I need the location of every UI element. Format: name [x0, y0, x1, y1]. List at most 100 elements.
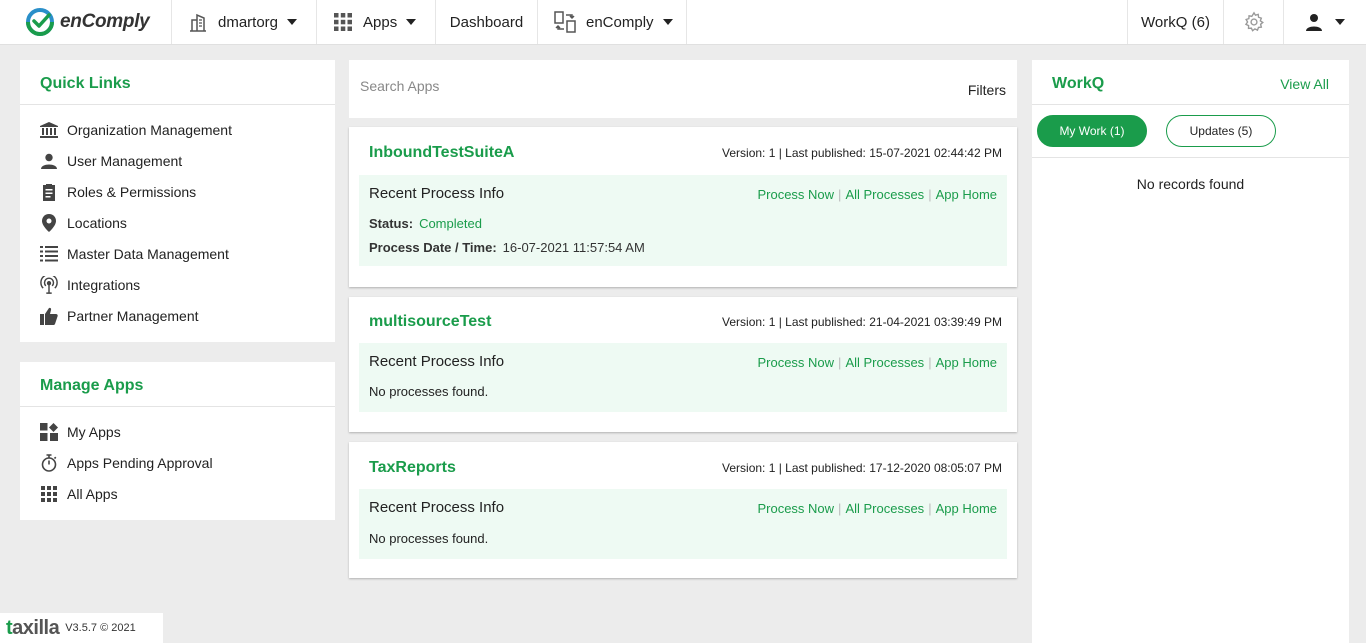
divider: [20, 104, 335, 105]
process-now-link[interactable]: Process Now: [757, 355, 834, 370]
user-menu[interactable]: [1284, 0, 1366, 44]
workq-title: WorkQ: [1052, 75, 1105, 92]
divider: [1032, 104, 1349, 105]
dashboard-link[interactable]: Dashboard: [436, 0, 538, 44]
thumbs-up-icon: [40, 307, 58, 325]
manage-link-my-apps[interactable]: My Apps: [40, 423, 121, 441]
link-separator: |: [928, 187, 932, 202]
view-all-link[interactable]: View All: [1280, 76, 1329, 92]
brand-rest: axilla: [12, 616, 60, 639]
product-switcher[interactable]: enComply: [538, 0, 687, 44]
chevron-down-icon: [662, 19, 673, 25]
app-card: InboundTestSuiteA Version: 1 | Last publ…: [349, 127, 1017, 287]
no-records-message: No records found: [1136, 176, 1245, 192]
tab-updates[interactable]: Updates (5): [1166, 115, 1276, 147]
process-links: Process Now | All Processes | App Home: [757, 501, 997, 516]
antenna-icon: [40, 276, 58, 294]
bank-icon: [40, 121, 58, 139]
top-navbar: enComply dmartorg Apps Dashboard enCompl…: [0, 0, 1366, 45]
link-separator: |: [928, 501, 932, 516]
search-input[interactable]: [360, 78, 920, 94]
all-processes-link[interactable]: All Processes: [845, 355, 924, 370]
manage-apps-panel: Manage Apps My Apps Apps Pending Approva…: [20, 362, 335, 520]
quick-link-label: User Management: [67, 153, 183, 169]
all-processes-link[interactable]: All Processes: [845, 501, 924, 516]
app-meta: Version: 1 | Last published: 21-04-2021 …: [722, 315, 1002, 329]
gear-icon: [1243, 11, 1265, 33]
timer-icon: [40, 454, 58, 472]
user-icon: [40, 152, 58, 170]
manage-link-all-apps[interactable]: All Apps: [40, 485, 118, 503]
list-icon: [40, 245, 58, 263]
manage-link-label: All Apps: [67, 486, 118, 502]
recent-process-title: Recent Process Info: [369, 353, 505, 370]
apps-menu[interactable]: Apps: [317, 0, 436, 44]
logo-text: enComply: [60, 11, 150, 32]
quick-link-organization-management[interactable]: Organization Management: [40, 121, 232, 139]
org-selector[interactable]: dmartorg: [172, 0, 317, 44]
divider: [20, 406, 335, 407]
app-card: TaxReports Version: 1 | Last published: …: [349, 442, 1017, 578]
search-bar: Filters: [349, 60, 1017, 118]
empty-processes: No processes found.: [369, 531, 489, 546]
divider: [1032, 157, 1349, 158]
quick-link-roles-permissions[interactable]: Roles & Permissions: [40, 183, 196, 201]
building-icon: [188, 12, 208, 32]
tab-my-work[interactable]: My Work (1): [1037, 115, 1147, 147]
status-row: Status: Completed: [369, 216, 482, 231]
app-meta: Version: 1 | Last published: 17-12-2020 …: [722, 461, 1002, 475]
quick-link-label: Organization Management: [67, 122, 232, 138]
process-now-link[interactable]: Process Now: [757, 501, 834, 516]
chevron-down-icon: [406, 19, 417, 25]
quick-link-master-data-management[interactable]: Master Data Management: [40, 245, 229, 263]
apps-label: Apps: [363, 13, 398, 31]
app-logo[interactable]: enComply: [0, 0, 172, 44]
taxilla-logo: taxilla: [6, 616, 60, 640]
quick-link-label: Locations: [67, 215, 127, 231]
app-title[interactable]: InboundTestSuiteA: [369, 144, 514, 162]
status-value: Completed: [419, 216, 482, 231]
app-title[interactable]: multisourceTest: [369, 313, 491, 331]
process-date-label: Process Date / Time:: [369, 240, 497, 255]
app-home-link[interactable]: App Home: [936, 355, 997, 370]
app-home-link[interactable]: App Home: [936, 187, 997, 202]
widgets-icon: [40, 423, 58, 441]
quick-link-integrations[interactable]: Integrations: [40, 276, 140, 294]
manage-link-apps-pending-approval[interactable]: Apps Pending Approval: [40, 454, 213, 472]
quick-link-label: Master Data Management: [67, 246, 229, 262]
quick-link-locations[interactable]: Locations: [40, 214, 127, 232]
user-icon: [1305, 13, 1323, 31]
encomply-logo-icon: [25, 7, 57, 37]
app-title[interactable]: TaxReports: [369, 459, 456, 477]
recent-process-title: Recent Process Info: [369, 499, 505, 516]
quick-link-label: Integrations: [67, 277, 141, 293]
empty-processes: No processes found.: [369, 384, 489, 399]
workq-label: WorkQ (6): [1141, 13, 1210, 31]
manage-link-label: Apps Pending Approval: [67, 455, 213, 471]
clipboard-icon: [40, 183, 58, 201]
quick-links-panel: Quick Links Organization Management User…: [20, 60, 335, 342]
settings-button[interactable]: [1224, 0, 1284, 44]
quick-link-user-management[interactable]: User Management: [40, 152, 182, 170]
workq-panel: WorkQ View All My Work (1) Updates (5) N…: [1032, 60, 1349, 643]
app-home-link[interactable]: App Home: [936, 501, 997, 516]
quick-links-title: Quick Links: [40, 75, 131, 92]
process-links: Process Now | All Processes | App Home: [757, 187, 997, 202]
manage-apps-title: Manage Apps: [40, 377, 144, 394]
quick-link-partner-management[interactable]: Partner Management: [40, 307, 199, 325]
filters-button[interactable]: Filters: [968, 82, 1006, 98]
status-label: Status:: [369, 216, 414, 231]
dashboard-label: Dashboard: [449, 13, 524, 31]
recent-process-box: Recent Process Info Process Now | All Pr…: [359, 343, 1007, 412]
process-now-link[interactable]: Process Now: [757, 187, 834, 202]
link-separator: |: [838, 355, 842, 370]
all-processes-link[interactable]: All Processes: [845, 187, 924, 202]
manage-link-label: My Apps: [67, 424, 121, 440]
version-text: V3.5.7 © 2021: [65, 622, 136, 634]
app-meta: Version: 1 | Last published: 15-07-2021 …: [722, 146, 1002, 160]
recent-process-box: Recent Process Info Process Now | All Pr…: [359, 489, 1007, 559]
process-date-row: Process Date / Time: 16-07-2021 11:57:54…: [369, 240, 645, 255]
switch-icon: [554, 11, 576, 33]
workq-link[interactable]: WorkQ (6): [1127, 0, 1224, 44]
